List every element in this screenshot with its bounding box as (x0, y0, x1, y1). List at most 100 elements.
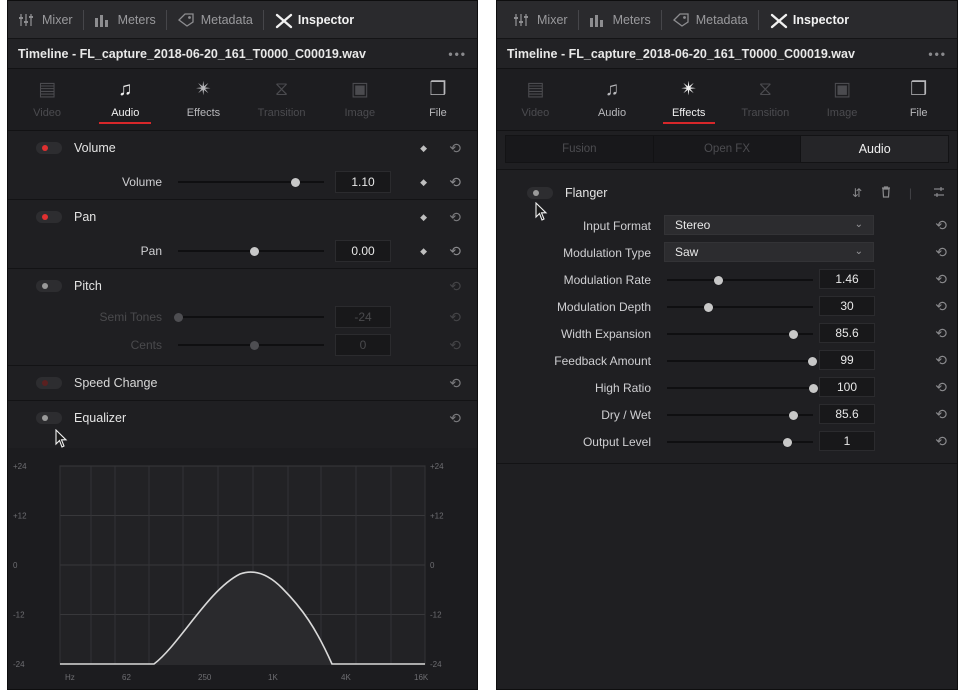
feedback-amount-slider-handle[interactable] (807, 357, 817, 366)
reset-icon[interactable]: ⟲ (449, 209, 461, 226)
mixer-tab[interactable]: Mixer (8, 1, 83, 38)
image-icon: ▣ (350, 79, 369, 100)
reset-icon[interactable]: ⟲ (935, 271, 947, 288)
tab-audio[interactable]: ♫ Audio (574, 69, 651, 130)
equalizer-enable-toggle[interactable] (36, 412, 62, 424)
reset-icon[interactable]: ⟲ (935, 433, 947, 450)
inspector-tools-icon (769, 13, 788, 28)
flanger-enable-toggle[interactable] (527, 187, 553, 199)
reset-icon[interactable]: ⟲ (935, 244, 947, 261)
pan-slider[interactable] (178, 247, 324, 256)
reset-icon[interactable]: ⟲ (935, 406, 947, 423)
delete-trash-icon[interactable] (881, 185, 891, 201)
feedback-amount-slider[interactable] (667, 357, 817, 366)
tab-transition: ⧖ Transition (727, 69, 804, 130)
modulation-depth-slider[interactable] (667, 303, 813, 312)
dry-wet-slider-handle[interactable] (788, 411, 798, 420)
reset-icon[interactable]: ⟲ (935, 298, 947, 315)
pan-section-header[interactable]: Pan ◆ ⟲ (8, 200, 477, 234)
mixer-tab[interactable]: Mixer (497, 1, 578, 38)
reset-icon[interactable]: ⟲ (935, 217, 947, 234)
tab-audio[interactable]: ♫ Audio (86, 69, 164, 130)
metadata-tab[interactable]: Metadata (662, 1, 758, 38)
tab-file[interactable]: ❒ File (399, 69, 477, 130)
inspector-tab[interactable]: Inspector (759, 1, 859, 38)
width-expansion-slider[interactable] (667, 330, 813, 339)
semitones-slider (174, 313, 324, 322)
semitones-param-label: Semi Tones (99, 310, 162, 324)
tab-effects[interactable]: ✴ Effects (650, 69, 727, 130)
eq-y-tick-label-left: +12 (13, 512, 27, 521)
inspector-tabs: ▤ Video ♫ Audio ✴ Effects ⧖ Transition ▣… (497, 69, 957, 131)
metadata-tag-icon (672, 12, 689, 27)
meters-tab[interactable]: Meters (579, 1, 661, 38)
reset-icon[interactable]: ⟲ (935, 379, 947, 396)
tab-effects[interactable]: ✴ Effects (164, 69, 242, 130)
metadata-tag-icon (177, 12, 194, 27)
high-ratio-slider-handle[interactable] (809, 384, 818, 393)
separator-bar: | (908, 186, 912, 200)
flanger-params-list: Modulation Rate 1.46 ⟲ Modulation Depth … (497, 266, 957, 455)
tab-label: Video (521, 107, 550, 119)
eq-y-tick-label-right: -24 (430, 660, 442, 669)
keyframe-diamond-icon[interactable]: ◆ (420, 246, 427, 257)
metadata-tab[interactable]: Metadata (167, 1, 263, 38)
reset-icon[interactable]: ⟲ (449, 140, 461, 157)
volume-slider[interactable] (178, 178, 324, 187)
tab-label: Image (344, 107, 376, 119)
output-level-slider-handle[interactable] (782, 438, 792, 447)
feedback-amount-value-field[interactable]: 99 (819, 350, 875, 370)
volume-enable-toggle[interactable] (36, 142, 62, 154)
volume-slider-handle[interactable] (290, 178, 300, 187)
modulation-rate-value-field[interactable]: 1.46 (819, 269, 875, 289)
pan-value-field[interactable]: 0.00 (335, 240, 391, 262)
eq-x-tick-label: Hz (65, 673, 75, 682)
more-options-icon[interactable]: ••• (928, 47, 947, 61)
reset-icon[interactable]: ⟲ (935, 325, 947, 342)
width-expansion-value-field[interactable]: 85.6 (819, 323, 875, 343)
chevron-down-icon: ⌄ (854, 246, 863, 257)
dry-wet-slider[interactable] (667, 411, 813, 420)
high-ratio-slider[interactable] (667, 384, 818, 393)
input-format-row: Input Format Stereo ⌄ ⟲ (497, 212, 957, 239)
inspector-tab[interactable]: Inspector (264, 1, 364, 38)
mixer-tab-label: Mixer (537, 12, 568, 27)
dry-wet-value-field[interactable]: 85.6 (819, 404, 875, 424)
plugin-settings-icon[interactable] (933, 186, 945, 201)
output-level-value-field[interactable]: 1 (819, 431, 875, 451)
more-options-icon[interactable]: ••• (448, 47, 467, 61)
modulation-type-dropdown[interactable]: Saw ⌄ (664, 242, 874, 262)
pitch-section-header[interactable]: Pitch ⟲ (8, 269, 477, 303)
reset-icon[interactable]: ⟲ (449, 375, 461, 392)
volume-section-header[interactable]: Volume ◆ ⟲ (8, 131, 477, 165)
expand-collapse-icon[interactable]: ⇵ (852, 186, 862, 200)
modulation-rate-slider[interactable] (667, 276, 813, 285)
reset-icon[interactable]: ⟲ (449, 174, 461, 191)
high-ratio-value-field[interactable]: 100 (819, 377, 875, 397)
modulation-depth-slider-handle[interactable] (703, 303, 713, 312)
equalizer-graph[interactable]: +24 +24 +12 +12 0 0 -12 -12 -24 -24 Hz 62 250 1K 4K 16… (8, 448, 477, 689)
meters-tab[interactable]: Meters (84, 1, 166, 38)
reset-icon[interactable]: ⟲ (449, 410, 461, 427)
speed-change-toggle[interactable] (36, 377, 62, 389)
pan-slider-handle[interactable] (249, 247, 259, 256)
pitch-enable-toggle[interactable] (36, 280, 62, 292)
keyframe-diamond-icon[interactable]: ◆ (420, 143, 427, 154)
subtab-audio[interactable]: Audio (801, 136, 949, 162)
flanger-section-header[interactable]: Flanger ⇵ | (497, 176, 957, 210)
tab-label: Transition (741, 107, 790, 119)
reset-icon[interactable]: ⟲ (935, 352, 947, 369)
keyframe-diamond-icon[interactable]: ◆ (420, 177, 427, 188)
volume-value-field[interactable]: 1.10 (335, 171, 391, 193)
speed-change-section-header[interactable]: Speed Change ⟲ (8, 366, 477, 400)
modulation-rate-slider-handle[interactable] (714, 276, 724, 285)
tab-file[interactable]: ❒ File (880, 69, 957, 130)
modulation-depth-value-field[interactable]: 30 (819, 296, 875, 316)
equalizer-section-header[interactable]: Equalizer ⟲ (8, 401, 477, 435)
pan-enable-toggle[interactable] (36, 211, 62, 223)
output-level-slider[interactable] (667, 438, 813, 447)
keyframe-diamond-icon[interactable]: ◆ (420, 212, 427, 223)
width-expansion-slider-handle[interactable] (788, 330, 798, 339)
input-format-dropdown[interactable]: Stereo ⌄ (664, 215, 874, 235)
reset-icon[interactable]: ⟲ (449, 243, 461, 260)
